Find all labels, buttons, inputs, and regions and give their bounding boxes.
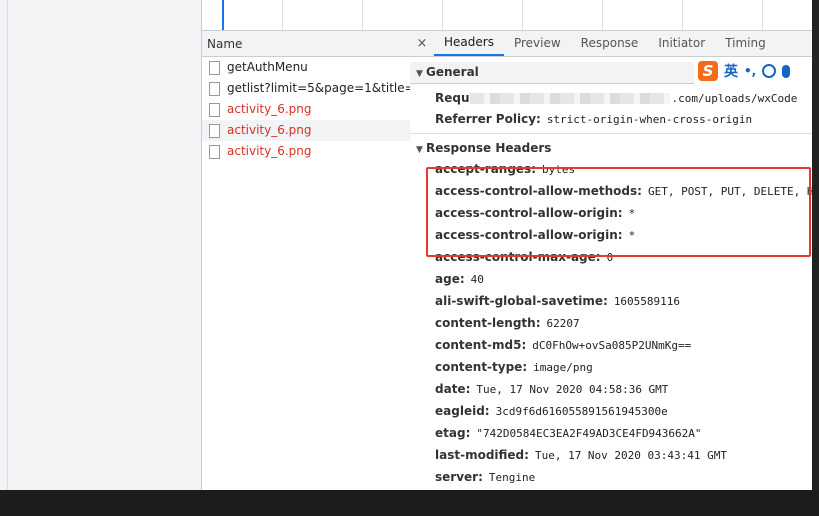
header-value: 1605589116	[613, 295, 681, 308]
header-key: etag:	[435, 426, 471, 440]
timeline-gridline	[762, 0, 763, 30]
file-icon	[209, 123, 220, 138]
header-value: Tue, 17 Nov 2020 04:58:36 GMT	[476, 383, 669, 396]
emoji-icon[interactable]	[762, 64, 777, 78]
request-row[interactable]: getAuthMenu	[202, 57, 410, 78]
request-url-key: Requ	[435, 91, 470, 105]
timeline-gridline	[682, 0, 683, 30]
request-details-panel: × Headers Preview Response Initiator Tim…	[410, 31, 819, 490]
header-key: age:	[435, 272, 465, 286]
expand-arrow-icon: ▼	[416, 145, 423, 155]
timeline-overview[interactable]	[201, 0, 819, 31]
header-value: Tengine	[488, 471, 536, 484]
request-name: activity_6.png	[227, 144, 312, 158]
header-key: content-md5:	[435, 338, 527, 352]
referrer-policy-key: Referrer Policy:	[435, 112, 541, 126]
timeline-gridline	[602, 0, 603, 30]
request-row[interactable]: activity_6.png	[202, 120, 410, 141]
ime-language-toggle[interactable]: 英	[724, 61, 738, 81]
header-key: content-length:	[435, 316, 541, 330]
left-edge	[0, 0, 8, 490]
header-key: ali-swift-global-savetime:	[435, 294, 608, 308]
response-header-row: date: Tue, 17 Nov 2020 04:58:36 GMT	[435, 382, 668, 396]
header-value: dC0FhOw+ovSa085P2UNmKg==	[532, 339, 692, 352]
microphone-icon[interactable]	[782, 64, 791, 78]
right-edge	[812, 0, 819, 490]
file-icon	[209, 144, 220, 159]
response-header-row: etag: "742D0584EC3EA2F49AD3CE4FD943662A"	[435, 426, 702, 440]
request-name: activity_6.png	[227, 123, 312, 137]
header-value: image/png	[533, 361, 593, 374]
referrer-policy-value: strict-origin-when-cross-origin	[546, 113, 753, 126]
details-tabbar: × Headers Preview Response Initiator Tim…	[410, 31, 819, 57]
header-key: date:	[435, 382, 471, 396]
header-key: last-modified:	[435, 448, 529, 462]
tab-initiator[interactable]: Initiator	[648, 31, 715, 56]
response-headers-title: Response Headers	[426, 141, 552, 155]
header-value: Tue, 17 Nov 2020 03:43:41 GMT	[534, 449, 728, 462]
name-column-header[interactable]: Name	[202, 31, 410, 57]
header-value: 40	[470, 273, 484, 286]
red-highlight-box	[426, 167, 811, 257]
response-header-row: ali-swift-global-savetime: 1605589116	[435, 294, 680, 308]
expand-arrow-icon: ▼	[416, 69, 423, 79]
header-value: 62207	[546, 317, 580, 330]
request-url-row: Requ .com/uploads/wxCode	[435, 91, 797, 105]
timeline-gridline	[282, 0, 283, 30]
tab-timing[interactable]: Timing	[715, 31, 776, 56]
request-url-value: .com/uploads/wxCode	[671, 92, 798, 105]
request-name: activity_6.png	[227, 102, 312, 116]
general-title: General	[426, 65, 479, 79]
punctuation-toggle[interactable]: •,	[744, 64, 756, 78]
header-value: "742D0584EC3EA2F49AD3CE4FD943662A"	[476, 427, 702, 440]
request-row[interactable]: getlist?limit=5&page=1&title=...	[202, 78, 410, 99]
file-icon	[209, 102, 220, 117]
request-row[interactable]: activity_6.png	[202, 141, 410, 162]
tab-headers[interactable]: Headers	[434, 31, 504, 56]
timeline-gridline	[362, 0, 363, 30]
close-icon[interactable]: ×	[410, 31, 434, 56]
sogou-logo-icon[interactable]: S	[698, 61, 718, 81]
ime-toolbar[interactable]: S 英 •,	[694, 58, 816, 84]
header-value: 3cd9f6d616055891561945300e	[495, 405, 668, 418]
header-key: server:	[435, 470, 483, 484]
file-icon	[209, 81, 220, 96]
response-header-row: eagleid: 3cd9f6d616055891561945300e	[435, 404, 668, 418]
response-header-row: server: Tengine	[435, 470, 535, 484]
referrer-policy-row: Referrer Policy: strict-origin-when-cross…	[435, 112, 752, 126]
header-key: eagleid:	[435, 404, 490, 418]
timeline-marker	[222, 0, 224, 30]
file-icon	[209, 60, 220, 75]
tab-response[interactable]: Response	[571, 31, 649, 56]
section-divider	[410, 133, 819, 134]
request-name: getlist?limit=5&page=1&title=...	[227, 81, 410, 95]
request-row[interactable]: activity_6.png	[202, 99, 410, 120]
tab-preview[interactable]: Preview	[504, 31, 571, 56]
request-list-panel: Name getAuthMenu getlist?limit=5&page=1&t…	[201, 31, 411, 490]
response-header-row: age: 40	[435, 272, 484, 286]
request-name: getAuthMenu	[227, 60, 308, 74]
response-header-row: last-modified: Tue, 17 Nov 2020 03:43:41 …	[435, 448, 727, 462]
blurred-url	[469, 93, 670, 104]
header-key: content-type:	[435, 360, 528, 374]
timeline-gridline	[442, 0, 443, 30]
response-headers-section-header[interactable]: ▼ Response Headers	[410, 138, 551, 159]
left-blank-area	[8, 0, 201, 490]
response-header-row: content-md5: dC0FhOw+ovSa085P2UNmKg==	[435, 338, 691, 352]
response-header-row: content-length: 62207	[435, 316, 580, 330]
response-header-row: content-type: image/png	[435, 360, 593, 374]
taskbar	[0, 490, 819, 516]
timeline-gridline	[522, 0, 523, 30]
